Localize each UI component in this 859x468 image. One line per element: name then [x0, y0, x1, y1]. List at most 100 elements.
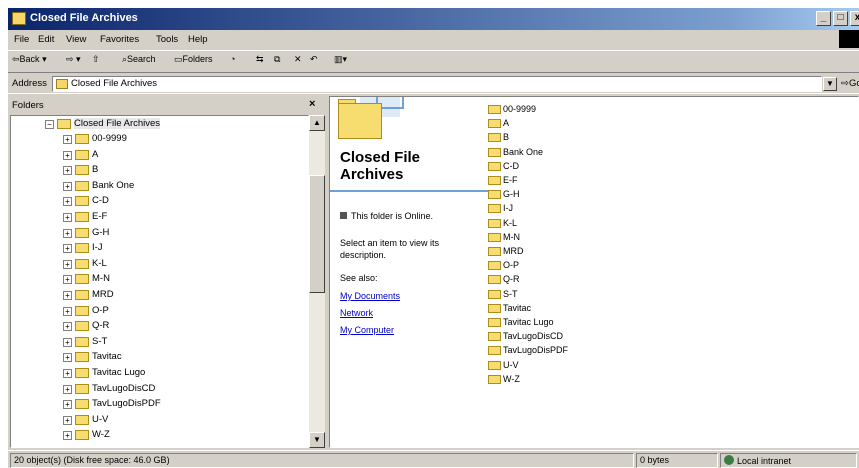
expand-icon[interactable]: + [63, 135, 72, 144]
menu-favorites[interactable]: Favorites [100, 34, 139, 45]
close-button[interactable]: x [850, 11, 859, 26]
my-computer-link[interactable]: My Computer [340, 325, 394, 335]
task-pane-title: Closed File Archives [340, 149, 421, 183]
folder-icon [488, 119, 501, 129]
description-text: Select an item to view its description. [340, 238, 440, 260]
tree-folder-label: M-N [92, 273, 110, 285]
menu-file[interactable]: File [14, 34, 29, 45]
scroll-thumb[interactable] [309, 175, 325, 293]
status-bar: 20 object(s) (Disk free space: 46.0 GB) … [8, 450, 859, 468]
move-to-button[interactable]: ⇆ [256, 54, 264, 65]
tree-folder-label: 00-9999 [92, 133, 127, 144]
address-label: Address [12, 78, 47, 89]
online-icon [340, 212, 347, 219]
folder-icon [56, 79, 68, 89]
folders-label: Folders [182, 54, 213, 64]
folder-tree-scrollbar[interactable]: ▲ ▼ [309, 115, 325, 448]
maximize-button[interactable]: □ [833, 11, 848, 26]
tree-folder-label: B [92, 164, 99, 176]
divider [330, 190, 490, 192]
expand-icon[interactable]: + [63, 415, 72, 425]
address-bar: Address Closed File Archives ▼ ⇨Go [8, 72, 859, 94]
minimize-button[interactable]: _ [816, 11, 831, 26]
close-pane-icon[interactable]: × [309, 98, 315, 110]
folders-pane: Folders × − Closed File Archives +00-999… [8, 96, 325, 448]
collapse-icon[interactable]: − [45, 120, 54, 129]
tree-folder-label: I-J [92, 242, 103, 254]
folder-icon [488, 247, 501, 256]
views-button[interactable]: ▥▾ [334, 54, 347, 65]
expand-icon[interactable]: + [63, 150, 72, 160]
forward-button[interactable]: ⇨ ▾ [66, 54, 81, 65]
folder-icon [75, 227, 89, 238]
scroll-up-arrow[interactable]: ▲ [309, 115, 325, 131]
menu-tools[interactable]: Tools [156, 34, 178, 45]
expand-icon[interactable]: + [63, 197, 72, 207]
folder-icon [75, 305, 89, 316]
expand-icon[interactable]: + [63, 306, 72, 316]
expand-icon[interactable]: + [63, 431, 72, 441]
expand-icon[interactable]: + [63, 291, 72, 300]
expand-icon[interactable]: + [63, 228, 72, 238]
tree-folder-label: Tavitac [92, 351, 122, 363]
folder-icon [75, 196, 89, 207]
expand-icon[interactable]: + [63, 369, 72, 378]
folder-icon [488, 275, 501, 285]
history-button[interactable]: ◔ [230, 54, 235, 64]
menu-help[interactable]: Help [188, 34, 208, 45]
folder-icon [75, 321, 89, 332]
expand-icon[interactable]: + [63, 337, 72, 347]
up-folder-button[interactable]: ⇧ [92, 54, 100, 65]
file-list-label: E-F [503, 175, 518, 185]
menu-view[interactable]: View [66, 34, 86, 45]
folder-icon [75, 258, 89, 269]
expand-icon[interactable]: + [63, 400, 72, 410]
search-button[interactable]: ⌕Search [122, 54, 156, 65]
expand-icon[interactable]: + [63, 213, 72, 222]
address-dropdown-button[interactable]: ▼ [823, 77, 837, 91]
folders-button[interactable]: ▭Folders [174, 54, 213, 65]
delete-button[interactable]: ✕ [294, 54, 302, 65]
file-list-label: Bank One [503, 146, 544, 157]
expand-icon[interactable]: + [63, 275, 72, 285]
file-list-label: MRD [503, 246, 524, 256]
file-list-label: I-J [503, 203, 513, 214]
file-list-label: M-N [503, 231, 520, 242]
menu-edit[interactable]: Edit [38, 34, 54, 45]
title-bar[interactable]: Closed File Archives _ □ x [8, 8, 859, 30]
folder-icon [488, 346, 501, 356]
folder-icon [488, 190, 501, 200]
expand-icon[interactable]: + [63, 244, 72, 254]
expand-icon[interactable]: + [63, 353, 72, 363]
expand-icon[interactable]: + [63, 322, 72, 332]
tree-folder-label: TavLugoDisPDF [92, 398, 161, 410]
address-value: Closed File Archives [71, 78, 158, 89]
folder-icon [488, 204, 501, 214]
copy-to-button[interactable]: ⧉ [274, 54, 280, 65]
scroll-down-arrow[interactable]: ▼ [309, 432, 325, 448]
expand-icon[interactable]: + [63, 166, 72, 176]
my-documents-link[interactable]: My Documents [340, 291, 400, 301]
file-list-label: U-V [503, 359, 519, 370]
address-field[interactable]: Closed File Archives [52, 76, 822, 92]
file-list-label: Q-R [503, 274, 520, 285]
back-button[interactable]: ⇦Back ▾ [12, 54, 47, 65]
expand-icon[interactable]: + [63, 259, 72, 269]
windows-logo-icon [839, 30, 859, 48]
folder-icon [75, 243, 89, 254]
tree-folder-label: C-D [92, 195, 109, 207]
folders-pane-header: Folders × [8, 96, 325, 114]
folder-icon [488, 289, 501, 299]
network-link[interactable]: Network [340, 308, 373, 318]
status-objects: 20 object(s) (Disk free space: 46.0 GB) [10, 453, 634, 468]
file-list-label: 00-9999 [503, 104, 537, 114]
folder-app-icon [12, 12, 26, 25]
go-button[interactable]: ⇨Go [841, 78, 859, 89]
folder-icon [75, 274, 89, 285]
folder-icon [488, 374, 501, 384]
expand-icon[interactable]: + [63, 384, 72, 394]
folder-icon [488, 360, 501, 370]
file-list-label: S-T [503, 288, 518, 299]
expand-icon[interactable]: + [63, 181, 72, 191]
undo-button[interactable]: ↶ [310, 54, 318, 65]
